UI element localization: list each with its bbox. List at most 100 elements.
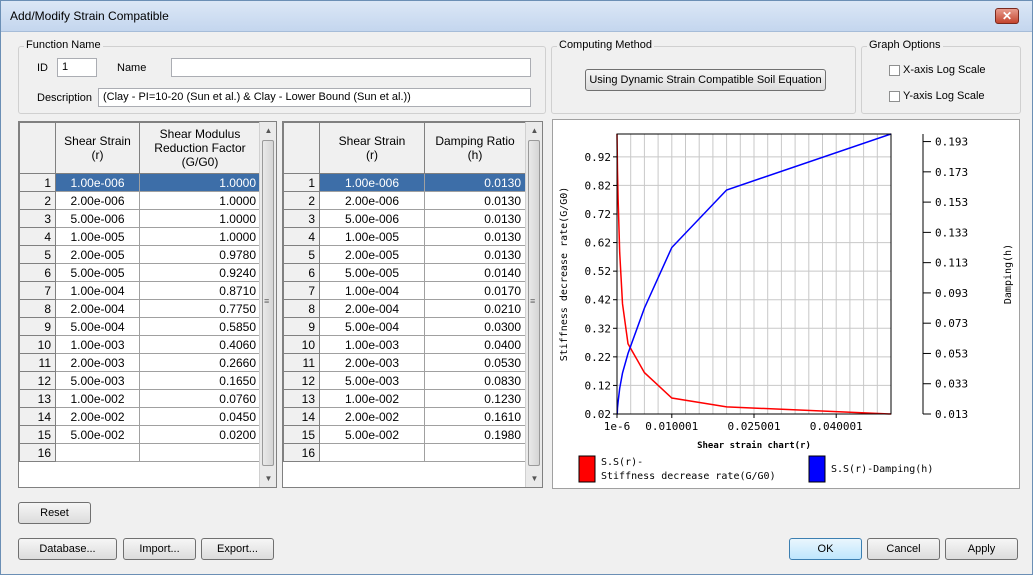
modulus-strain-cell[interactable]: 1.00e-006 (55, 173, 140, 192)
modulus-grid[interactable]: Shear Strain (r) Shear Modulus Reduction… (18, 121, 277, 488)
modulus-strain-cell[interactable]: 2.00e-004 (55, 299, 140, 318)
modulus-row-number[interactable]: 3 (19, 209, 56, 228)
scroll-thumb[interactable]: ≡ (262, 140, 274, 466)
modulus-row-number[interactable]: 16 (19, 443, 56, 462)
modulus-value-cell[interactable]: 0.7750 (139, 299, 261, 318)
modulus-strain-cell[interactable]: 5.00e-002 (55, 425, 140, 444)
damping-ratio-header[interactable]: Damping Ratio (h) (424, 122, 526, 174)
damping-strain-cell[interactable]: 2.00e-003 (319, 353, 425, 372)
damping-value-cell[interactable]: 0.0210 (424, 299, 526, 318)
x-axis-log-checkbox[interactable]: X-axis Log Scale (889, 64, 986, 76)
modulus-strain-header[interactable]: Shear Strain (r) (55, 122, 140, 174)
damping-row-number[interactable]: 1 (283, 173, 320, 192)
modulus-row-number[interactable]: 2 (19, 191, 56, 210)
modulus-value-cell[interactable]: 0.0760 (139, 389, 261, 408)
damping-value-cell[interactable]: 0.0140 (424, 263, 526, 282)
modulus-strain-cell[interactable]: 2.00e-003 (55, 353, 140, 372)
modulus-row[interactable]: 14 2.00e-002 0.0450 (19, 407, 261, 426)
modulus-row[interactable]: 7 1.00e-004 0.8710 (19, 281, 261, 300)
modulus-row[interactable]: 1 1.00e-006 1.0000 (19, 173, 261, 192)
damping-row[interactable]: 4 1.00e-005 0.0130 (283, 227, 526, 246)
reset-button[interactable]: Reset (18, 502, 91, 524)
modulus-row-number[interactable]: 1 (19, 173, 56, 192)
modulus-strain-cell[interactable]: 2.00e-002 (55, 407, 140, 426)
damping-row[interactable]: 10 1.00e-003 0.0400 (283, 335, 526, 354)
modulus-value-cell[interactable]: 0.1650 (139, 371, 261, 390)
modulus-row[interactable]: 15 5.00e-002 0.0200 (19, 425, 261, 444)
scroll-down-icon[interactable]: ▼ (526, 470, 542, 487)
description-field[interactable]: (Clay - PI=10-20 (Sun et al.) & Clay - L… (98, 88, 531, 107)
modulus-row-number[interactable]: 11 (19, 353, 56, 372)
modulus-row-number[interactable]: 7 (19, 281, 56, 300)
damping-value-cell[interactable]: 0.0130 (424, 227, 526, 246)
damping-strain-cell[interactable]: 2.00e-002 (319, 407, 425, 426)
modulus-row-number[interactable]: 12 (19, 371, 56, 390)
compute-equation-button[interactable]: Using Dynamic Strain Compatible Soil Equ… (585, 69, 826, 91)
damping-value-cell[interactable]: 0.1980 (424, 425, 526, 444)
modulus-row-number[interactable]: 4 (19, 227, 56, 246)
modulus-value-cell[interactable] (139, 443, 261, 462)
close-button[interactable]: ✕ (995, 8, 1019, 24)
damping-row[interactable]: 1 1.00e-006 0.0130 (283, 173, 526, 192)
damping-row[interactable]: 5 2.00e-005 0.0130 (283, 245, 526, 264)
ok-button[interactable]: OK (789, 538, 862, 560)
scroll-up-icon[interactable]: ▲ (526, 122, 542, 139)
modulus-value-cell[interactable]: 0.9780 (139, 245, 261, 264)
damping-row-number[interactable]: 16 (283, 443, 320, 462)
damping-row-number[interactable]: 7 (283, 281, 320, 300)
damping-strain-cell[interactable]: 1.00e-004 (319, 281, 425, 300)
modulus-value-cell[interactable]: 0.8710 (139, 281, 261, 300)
damping-value-cell[interactable]: 0.0530 (424, 353, 526, 372)
damping-row[interactable]: 2 2.00e-006 0.0130 (283, 191, 526, 210)
modulus-value-cell[interactable]: 0.2660 (139, 353, 261, 372)
damping-row-number[interactable]: 3 (283, 209, 320, 228)
damping-row-number[interactable]: 8 (283, 299, 320, 318)
damping-value-cell[interactable]: 0.0400 (424, 335, 526, 354)
scroll-thumb[interactable]: ≡ (528, 140, 540, 466)
modulus-row[interactable]: 5 2.00e-005 0.9780 (19, 245, 261, 264)
scroll-down-icon[interactable]: ▼ (260, 470, 276, 487)
modulus-row-number[interactable]: 10 (19, 335, 56, 354)
damping-strain-cell[interactable] (319, 443, 425, 462)
modulus-strain-cell[interactable]: 2.00e-006 (55, 191, 140, 210)
modulus-row[interactable]: 9 5.00e-004 0.5850 (19, 317, 261, 336)
damping-row-number[interactable]: 15 (283, 425, 320, 444)
modulus-value-cell[interactable]: 1.0000 (139, 173, 261, 192)
modulus-row[interactable]: 13 1.00e-002 0.0760 (19, 389, 261, 408)
damping-scrollbar[interactable]: ▲ ≡ ▼ (525, 122, 542, 487)
modulus-row-number[interactable]: 5 (19, 245, 56, 264)
damping-value-cell[interactable]: 0.1610 (424, 407, 526, 426)
damping-row[interactable]: 16 (283, 443, 526, 462)
modulus-strain-cell[interactable]: 2.00e-005 (55, 245, 140, 264)
damping-row-number[interactable]: 2 (283, 191, 320, 210)
damping-row[interactable]: 9 5.00e-004 0.0300 (283, 317, 526, 336)
y-axis-log-checkbox[interactable]: Y-axis Log Scale (889, 90, 985, 102)
damping-row-number[interactable]: 4 (283, 227, 320, 246)
damping-value-cell[interactable] (424, 443, 526, 462)
modulus-scrollbar[interactable]: ▲ ≡ ▼ (259, 122, 276, 487)
damping-value-cell[interactable]: 0.1230 (424, 389, 526, 408)
modulus-row-number[interactable]: 9 (19, 317, 56, 336)
damping-value-cell[interactable]: 0.0130 (424, 209, 526, 228)
damping-strain-cell[interactable]: 2.00e-004 (319, 299, 425, 318)
cancel-button[interactable]: Cancel (867, 538, 940, 560)
damping-row[interactable]: 6 5.00e-005 0.0140 (283, 263, 526, 282)
modulus-value-cell[interactable]: 0.0200 (139, 425, 261, 444)
damping-row-number[interactable]: 12 (283, 371, 320, 390)
damping-row-number[interactable]: 9 (283, 317, 320, 336)
damping-strain-cell[interactable]: 5.00e-003 (319, 371, 425, 390)
damping-row[interactable]: 13 1.00e-002 0.1230 (283, 389, 526, 408)
scroll-up-icon[interactable]: ▲ (260, 122, 276, 139)
import-button[interactable]: Import... (123, 538, 196, 560)
damping-row-number[interactable]: 10 (283, 335, 320, 354)
damping-row[interactable]: 7 1.00e-004 0.0170 (283, 281, 526, 300)
modulus-strain-cell[interactable]: 5.00e-003 (55, 371, 140, 390)
damping-row[interactable]: 11 2.00e-003 0.0530 (283, 353, 526, 372)
modulus-row[interactable]: 4 1.00e-005 1.0000 (19, 227, 261, 246)
damping-row[interactable]: 8 2.00e-004 0.0210 (283, 299, 526, 318)
modulus-value-cell[interactable]: 1.0000 (139, 227, 261, 246)
damping-strain-cell[interactable]: 1.00e-003 (319, 335, 425, 354)
modulus-row-number[interactable]: 14 (19, 407, 56, 426)
modulus-strain-cell[interactable]: 1.00e-002 (55, 389, 140, 408)
damping-value-cell[interactable]: 0.0130 (424, 245, 526, 264)
